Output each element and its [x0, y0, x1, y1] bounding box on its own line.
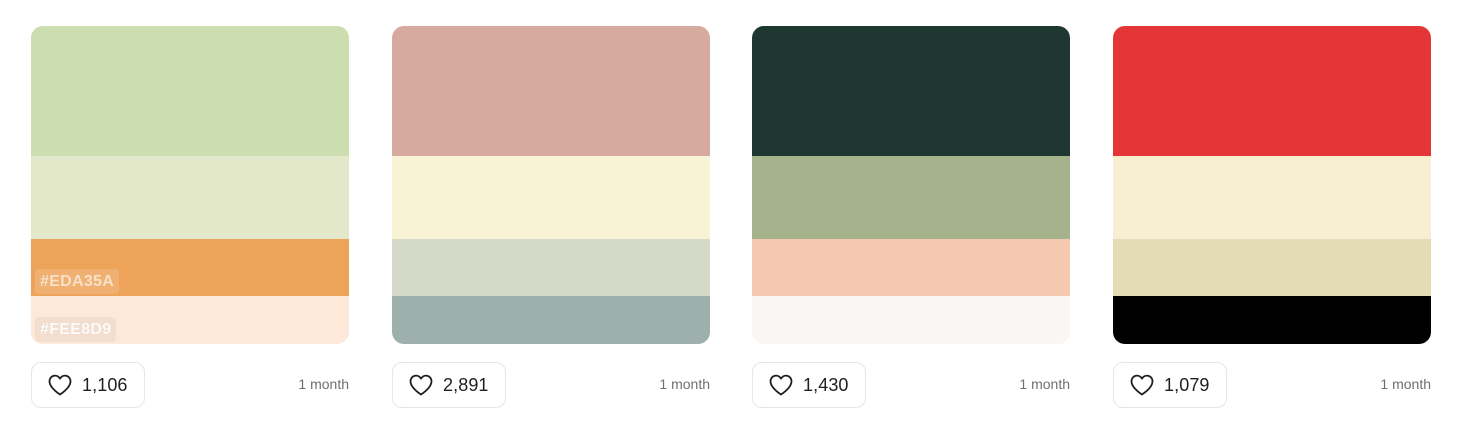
palette-meta: 1,106 1 month — [31, 362, 349, 410]
color-swatch[interactable] — [392, 239, 710, 296]
color-swatch[interactable]: #EDA35A — [31, 239, 349, 296]
color-swatch[interactable]: #FEE8D9 — [31, 296, 349, 344]
palette-card: #EDA35A #FEE8D9 1,106 1 month — [31, 26, 349, 410]
palette-swatches[interactable]: #EDA35A #FEE8D9 — [31, 26, 349, 344]
palette-grid: #EDA35A #FEE8D9 1,106 1 month 2,891 1 mo… — [0, 0, 1480, 423]
like-count: 1,079 — [1164, 374, 1210, 395]
color-swatch[interactable] — [752, 156, 1070, 239]
heart-outline-icon — [768, 373, 794, 397]
palette-swatches[interactable] — [392, 26, 710, 344]
color-swatch[interactable] — [392, 296, 710, 344]
color-swatch[interactable] — [1113, 156, 1431, 239]
palette-swatches[interactable] — [1113, 26, 1431, 344]
color-swatch[interactable] — [1113, 26, 1431, 156]
color-swatch[interactable] — [1113, 239, 1431, 296]
color-swatch[interactable] — [1113, 296, 1431, 344]
palette-age: 1 month — [298, 376, 349, 392]
heart-outline-icon — [1129, 373, 1155, 397]
like-button[interactable]: 2,891 — [392, 362, 506, 408]
color-swatch[interactable] — [392, 26, 710, 156]
like-button[interactable]: 1,106 — [31, 362, 145, 408]
palette-age: 1 month — [659, 376, 710, 392]
like-count: 2,891 — [443, 374, 489, 395]
palette-card: 1,430 1 month — [752, 26, 1070, 410]
color-swatch[interactable] — [392, 156, 710, 239]
like-count: 1,106 — [82, 374, 128, 395]
color-swatch[interactable] — [31, 156, 349, 239]
heart-outline-icon — [47, 373, 73, 397]
palette-age: 1 month — [1019, 376, 1070, 392]
heart-outline-icon — [408, 373, 434, 397]
palette-card: 1,079 1 month — [1113, 26, 1431, 410]
like-count: 1,430 — [803, 374, 849, 395]
palette-age: 1 month — [1380, 376, 1431, 392]
like-button[interactable]: 1,430 — [752, 362, 866, 408]
palette-meta: 1,079 1 month — [1113, 362, 1431, 410]
hex-code-label[interactable]: #FEE8D9 — [35, 317, 117, 342]
color-swatch[interactable] — [752, 239, 1070, 296]
palette-swatches[interactable] — [752, 26, 1070, 344]
palette-meta: 2,891 1 month — [392, 362, 710, 410]
color-swatch[interactable] — [752, 296, 1070, 344]
palette-card: 2,891 1 month — [392, 26, 710, 410]
palette-meta: 1,430 1 month — [752, 362, 1070, 410]
hex-code-label[interactable]: #EDA35A — [35, 269, 120, 294]
color-swatch[interactable] — [752, 26, 1070, 156]
like-button[interactable]: 1,079 — [1113, 362, 1227, 408]
color-swatch[interactable] — [31, 26, 349, 156]
